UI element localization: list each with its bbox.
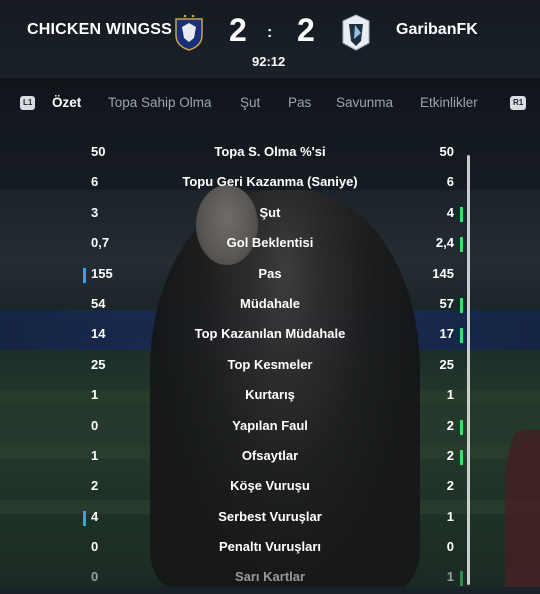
tab-sut[interactable]: Şut [240,95,260,110]
stat-label: Yapılan Faul [232,417,308,433]
stat-row: 2 Köşe Vuruşu 2 [80,472,460,502]
stats-tab-bar: L1 Özet Topa Sahip Olma Şut Pas Savunma … [0,92,540,118]
away-team-name: GaribanFK [396,21,478,38]
stat-label: Ofsaytlar [241,447,299,463]
r1-button-icon[interactable]: R1 [510,96,527,110]
stat-row: 1 Kurtarış 1 [80,381,460,411]
france-crest-icon [173,13,205,51]
stat-row: 50 Topa S. Olma %'si 50 [80,138,460,168]
away-leader-bar [460,237,463,253]
stats-list: 50 Topa S. Olma %'si 50 6 Topu Geri Kazanma … [80,138,463,594]
stat-label: Serbest Vuruşlar [218,508,322,524]
stat-label: Top Kesmeler [227,356,313,372]
away-score: 2 [297,12,315,48]
stat-label: Top Kazanılan Müdahale [194,326,346,342]
stat-row: 0 Sarı Kartlar 1 [80,563,463,593]
l1-button-icon[interactable]: L1 [20,96,36,110]
stat-row: 6 Topu Geri Kazanma (Saniye) 6 [80,168,460,198]
stat-row: 54 Müdahale 57 [80,290,463,320]
stat-away-value: 0 [446,539,454,555]
stat-away-value: 2 [446,447,454,463]
scrollbar[interactable] [467,155,470,585]
away-leader-bar [460,297,463,313]
tab-pas[interactable]: Pas [288,95,311,110]
stat-away-value: 1 [446,569,454,585]
stat-away-value: 6 [446,174,454,190]
stat-label: Müdahale [240,295,300,311]
stat-label: Penaltı Vuruşları [218,539,322,555]
stat-label: Köşe Vuruşu [230,478,310,494]
away-leader-bar [460,449,463,465]
stat-away-value: 17 [439,326,454,342]
away-leader-bar [460,206,463,222]
stat-away-value: 1 [446,387,454,403]
stat-away-value: 2 [446,478,454,494]
stat-row: 0 Yapılan Faul 2 [80,412,463,442]
stat-away-value: 2,4 [435,235,454,251]
stat-away-value: 2 [446,417,454,433]
stat-row: 0 Penaltı Vuruşları 0 [80,533,460,563]
stat-away-value: 1 [446,508,454,524]
stat-row: 0,7 Gol Beklentisi 2,4 [80,229,463,259]
stat-away-value: 50 [439,144,454,159]
score-separator: : [267,24,273,41]
stat-row: 25 Top Kesmeler 25 [80,351,460,381]
stat-away-value: 25 [439,356,454,372]
scoreboard: CHICKEN WINGSS 2 : 2 GaribanFK 92:12 [0,0,540,78]
stat-row: 4 Serbest Vuruşlar 1 [80,503,460,533]
stat-label: Gol Beklentisi [226,235,314,251]
stat-away-value: 4 [446,204,454,220]
stat-away-value: 57 [439,295,454,311]
stat-label: Pas [258,265,282,281]
home-score: 2 [229,12,247,48]
tab-topa-sahip-olma[interactable]: Topa Sahip Olma [108,95,212,110]
tab-savunma[interactable]: Savunma [336,95,393,110]
stat-row: 155 Pas 145 [80,260,460,290]
match-clock: 92:12 [252,54,286,69]
stat-row: 14 Top Kazanılan Müdahale 17 [80,320,463,350]
away-leader-bar [460,328,463,344]
home-team-name: CHICKEN WINGSS [27,21,173,38]
away-leader-bar [460,419,463,435]
tab-ozet[interactable]: Özet [52,95,81,110]
stat-label: Kurtarış [245,387,295,403]
stat-label: Sarı Kartlar [234,569,306,585]
stat-label: Şut [259,204,281,220]
stat-away-value: 145 [432,265,454,281]
minnesota-crest-icon [341,13,371,51]
stat-label: Topa S. Olma %'si [214,144,326,159]
tab-etkinlikler[interactable]: Etkinlikler [420,95,478,110]
stat-row: 3 Şut 4 [80,199,463,229]
stat-row: 1 Ofsaytlar 2 [80,442,463,472]
away-leader-bar [460,571,463,587]
stat-label: Topu Geri Kazanma (Saniye) [182,174,358,190]
